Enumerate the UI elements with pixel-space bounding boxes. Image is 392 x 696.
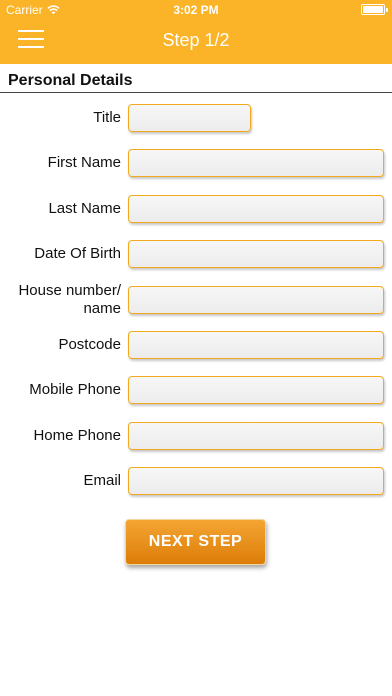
section-title: Personal Details (8, 72, 133, 89)
postcode-label: Postcode (58, 336, 121, 353)
status-bar: Carrier 3:02 PM (0, 0, 392, 20)
home-phone-field[interactable] (128, 422, 384, 450)
house-number-label: House number/ name (18, 282, 121, 317)
postcode-field[interactable] (128, 331, 384, 359)
mobile-phone-label: Mobile Phone (29, 381, 121, 398)
next-step-button[interactable]: NEXT STEP (125, 519, 266, 565)
email-field[interactable] (128, 467, 384, 495)
status-time: 3:02 PM (173, 3, 219, 17)
first-name-field[interactable] (128, 149, 384, 177)
date-of-birth-field[interactable] (128, 240, 384, 268)
last-name-label: Last Name (48, 200, 121, 217)
battery-icon (361, 4, 388, 15)
home-phone-label: Home Phone (33, 427, 121, 444)
navigation-bar: Carrier 3:02 PM Step 1/2 (0, 0, 392, 64)
last-name-field[interactable] (128, 195, 384, 223)
title-field[interactable] (128, 104, 251, 132)
mobile-phone-field[interactable] (128, 376, 384, 404)
date-of-birth-label: Date Of Birth (34, 245, 121, 262)
first-name-label: First Name (47, 154, 121, 171)
title-label: Title (93, 109, 121, 126)
section-divider (0, 92, 392, 93)
house-number-field[interactable] (128, 286, 384, 314)
email-label: Email (83, 472, 121, 489)
page-title: Step 1/2 (162, 30, 230, 50)
